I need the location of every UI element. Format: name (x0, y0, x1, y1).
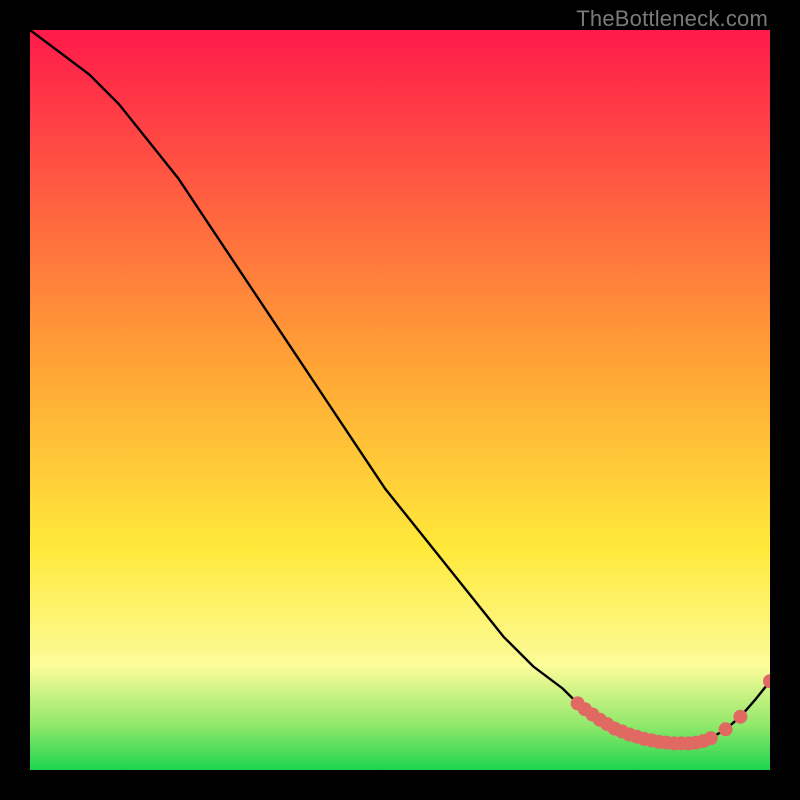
marker-point (734, 710, 747, 723)
watermark-text: TheBottleneck.com (576, 6, 768, 32)
marker-point (704, 732, 717, 745)
gradient-background (30, 30, 770, 770)
chart-stage: TheBottleneck.com (0, 0, 800, 800)
marker-point (719, 723, 732, 736)
bottleneck-chart (30, 30, 770, 770)
